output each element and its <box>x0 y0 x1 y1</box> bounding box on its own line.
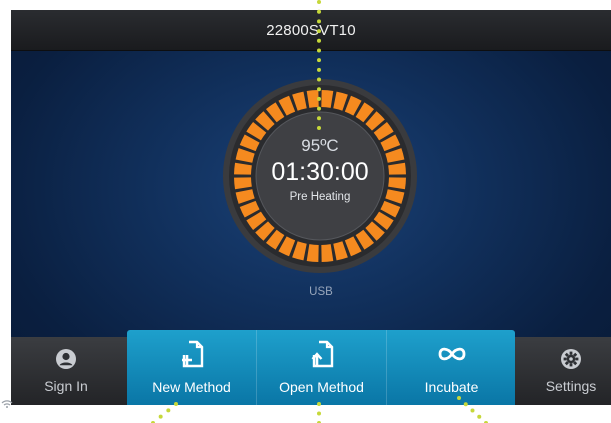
callout-dot <box>166 408 171 413</box>
callout-dot <box>317 87 321 92</box>
callout-dot <box>463 402 468 407</box>
callout-dot <box>317 67 321 72</box>
callout-dot <box>317 58 321 63</box>
callout-dot <box>317 116 321 121</box>
callout-dot <box>317 106 321 111</box>
callout-dot <box>317 38 321 43</box>
callout-dot <box>317 9 321 14</box>
callout-dot <box>477 414 482 419</box>
callout-dot <box>470 408 475 413</box>
callout-dot <box>317 77 321 82</box>
callout-dot <box>317 402 321 406</box>
callout-dot <box>317 48 321 53</box>
callout-dot <box>457 396 461 400</box>
callout-dot <box>317 96 321 101</box>
callout-dot <box>317 19 321 24</box>
callout-dot <box>317 126 321 130</box>
callout-dots <box>151 0 488 423</box>
callout-dot <box>317 411 321 416</box>
callout-dot <box>317 0 321 4</box>
callout-dot <box>174 402 178 406</box>
callout-dot <box>317 29 321 34</box>
callout-dot <box>158 414 163 419</box>
